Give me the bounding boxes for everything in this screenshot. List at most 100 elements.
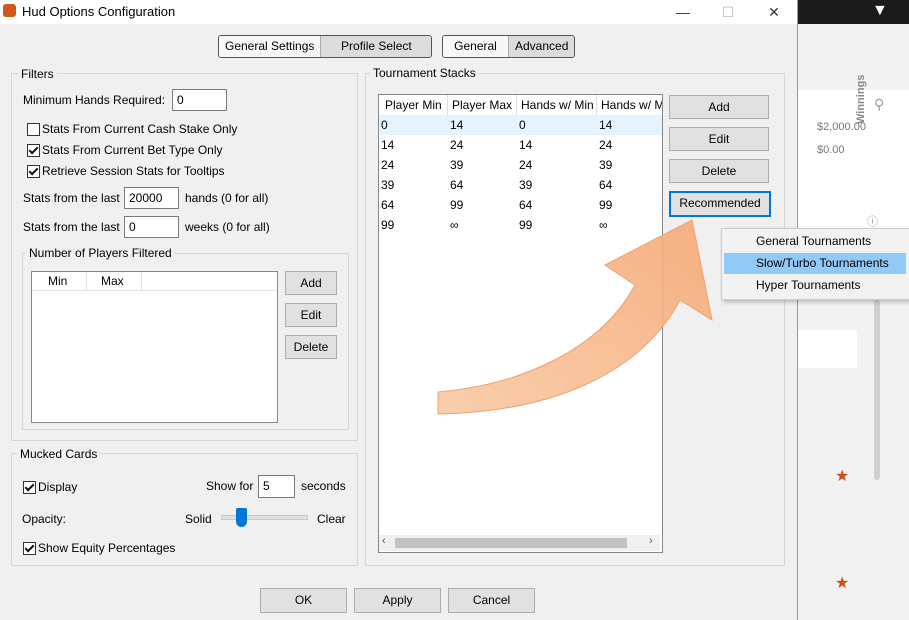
title-bar: Hud Options Configuration — ☐ ✕ bbox=[0, 0, 797, 24]
cell-player-min: 24 bbox=[381, 158, 395, 172]
cell-player-max: 64 bbox=[450, 178, 464, 192]
favorite-star-icon[interactable]: ★ bbox=[835, 573, 849, 593]
stacks-table-header: Player Min Player Max Hands w/ Min Hands… bbox=[379, 95, 662, 116]
hands-suffix: hands (0 for all) bbox=[185, 191, 269, 205]
stacks-add-button[interactable]: Add bbox=[669, 95, 769, 119]
show-for-label: Show for bbox=[206, 479, 254, 493]
weeks-input[interactable]: 0 bbox=[124, 216, 179, 238]
cell-hands-max: 39 bbox=[599, 158, 613, 172]
cell-hands-max: 14 bbox=[599, 118, 613, 132]
min-hands-input[interactable]: 0 bbox=[172, 89, 227, 111]
players-delete-button[interactable]: Delete bbox=[285, 335, 337, 359]
col-min[interactable]: Min bbox=[32, 272, 87, 290]
cash-stake-checkbox[interactable] bbox=[27, 123, 40, 136]
background-app: ▼ ⚲ $2,000.00 $0.00 Winnings ⓘ ★ ★ bbox=[797, 0, 909, 620]
session-stats-label: Retrieve Session Stats for Tooltips bbox=[42, 164, 225, 178]
background-app-topbar: ▼ bbox=[797, 0, 909, 24]
chart-value-bottom: $0.00 bbox=[817, 144, 845, 156]
background-scrollbar[interactable] bbox=[874, 300, 880, 480]
min-hands-label: Minimum Hands Required: bbox=[23, 93, 166, 107]
show-for-input[interactable]: 5 bbox=[258, 475, 295, 498]
cell-hands-max: 64 bbox=[599, 178, 613, 192]
cell-hands-max: 24 bbox=[599, 138, 613, 152]
cancel-button[interactable]: Cancel bbox=[448, 588, 535, 613]
table-row[interactable]: 24 39 24 39 bbox=[379, 155, 662, 175]
cell-player-min: 39 bbox=[381, 178, 395, 192]
players-add-button[interactable]: Add bbox=[285, 271, 337, 295]
scroll-right-icon[interactable]: › bbox=[649, 535, 653, 547]
cell-player-min: 14 bbox=[381, 138, 395, 152]
menu-item-hyper-tournaments[interactable]: Hyper Tournaments bbox=[724, 275, 906, 296]
mode-segment: General Advanced bbox=[442, 35, 576, 58]
players-filtered-list[interactable]: Min Max bbox=[31, 271, 278, 423]
col-hands-min[interactable]: Hands w/ Min bbox=[517, 95, 597, 115]
cell-player-min: 0 bbox=[381, 118, 388, 132]
stacks-delete-button[interactable]: Delete bbox=[669, 159, 769, 183]
cash-stake-label: Stats From Current Cash Stake Only bbox=[42, 122, 238, 136]
clear-label: Clear bbox=[317, 512, 346, 526]
seconds-label: seconds bbox=[301, 479, 346, 493]
close-button[interactable]: ✕ bbox=[751, 0, 797, 24]
cell-hands-min: 14 bbox=[519, 138, 533, 152]
bet-type-checkbox[interactable] bbox=[27, 144, 40, 157]
weeks-suffix: weeks (0 for all) bbox=[185, 220, 270, 234]
filters-title: Filters bbox=[18, 67, 57, 81]
col-player-max[interactable]: Player Max bbox=[448, 95, 517, 115]
menu-item-general-tournaments[interactable]: General Tournaments bbox=[724, 231, 906, 252]
equity-label: Show Equity Percentages bbox=[38, 541, 176, 555]
players-edit-button[interactable]: Edit bbox=[285, 303, 337, 327]
cell-player-max: 14 bbox=[450, 118, 464, 132]
display-checkbox[interactable] bbox=[23, 481, 36, 494]
app-icon bbox=[3, 4, 16, 17]
players-list-header: Min Max bbox=[32, 272, 277, 291]
cell-hands-min: 24 bbox=[519, 158, 533, 172]
players-filtered-title: Number of Players Filtered bbox=[26, 246, 175, 260]
equity-checkbox[interactable] bbox=[23, 542, 36, 555]
table-row[interactable]: 0 14 0 14 bbox=[379, 115, 662, 135]
stats-from-hands-label: Stats from the last bbox=[23, 191, 120, 205]
horizontal-scrollbar[interactable]: ‹ › bbox=[379, 535, 660, 551]
menu-item-slow-turbo-tournaments[interactable]: Slow/Turbo Tournaments bbox=[724, 253, 906, 274]
hands-input[interactable]: 20000 bbox=[124, 187, 179, 209]
bet-type-label: Stats From Current Bet Type Only bbox=[42, 143, 223, 157]
maximize-button[interactable]: ☐ bbox=[705, 0, 751, 24]
cell-player-max: 24 bbox=[450, 138, 464, 152]
scrollbar-thumb[interactable] bbox=[395, 538, 627, 548]
minimize-button[interactable]: — bbox=[660, 0, 706, 24]
settings-segment: General Settings Profile Select bbox=[218, 35, 433, 58]
window-title: Hud Options Configuration bbox=[22, 4, 176, 19]
stats-from-weeks-label: Stats from the last bbox=[23, 220, 120, 234]
cell-hands-min: 39 bbox=[519, 178, 533, 192]
tab-general-settings[interactable]: General Settings bbox=[219, 36, 322, 57]
cell-player-max: 39 bbox=[450, 158, 464, 172]
opacity-slider-thumb[interactable] bbox=[236, 508, 247, 527]
table-row[interactable]: 14 24 14 24 bbox=[379, 135, 662, 155]
mucked-cards-title: Mucked Cards bbox=[17, 447, 101, 461]
col-hands-max[interactable]: Hands w/ M bbox=[597, 95, 662, 115]
table-row[interactable]: 39 64 39 64 bbox=[379, 175, 662, 195]
favorite-star-icon[interactable]: ★ bbox=[835, 466, 849, 486]
tournament-stacks-title: Tournament Stacks bbox=[370, 66, 479, 80]
scroll-left-icon[interactable]: ‹ bbox=[382, 535, 386, 547]
session-stats-checkbox[interactable] bbox=[27, 165, 40, 178]
col-max[interactable]: Max bbox=[87, 272, 142, 290]
annotation-arrow bbox=[437, 219, 713, 415]
tab-general[interactable]: General bbox=[443, 36, 509, 57]
col-player-min[interactable]: Player Min bbox=[379, 95, 448, 115]
chart-axis-label: Winnings bbox=[855, 74, 867, 124]
info-icon[interactable]: ⓘ bbox=[867, 213, 878, 229]
search-icon[interactable]: ⚲ bbox=[874, 96, 884, 113]
cell-hands-min: 0 bbox=[519, 118, 526, 132]
solid-label: Solid bbox=[185, 512, 212, 526]
apply-button[interactable]: Apply bbox=[354, 588, 441, 613]
opacity-label: Opacity: bbox=[22, 512, 67, 526]
filter-icon[interactable]: ▼ bbox=[872, 2, 888, 20]
background-chart-panel bbox=[797, 90, 909, 230]
ok-button[interactable]: OK bbox=[260, 588, 347, 613]
recommended-dropdown-menu: General Tournaments Slow/Turbo Tournamen… bbox=[721, 228, 909, 300]
tab-advanced[interactable]: Advanced bbox=[509, 36, 575, 57]
stacks-edit-button[interactable]: Edit bbox=[669, 127, 769, 151]
display-label: Display bbox=[38, 480, 78, 494]
opacity-slider-track[interactable] bbox=[221, 515, 308, 520]
tab-profile-select[interactable]: Profile Select bbox=[321, 36, 432, 57]
